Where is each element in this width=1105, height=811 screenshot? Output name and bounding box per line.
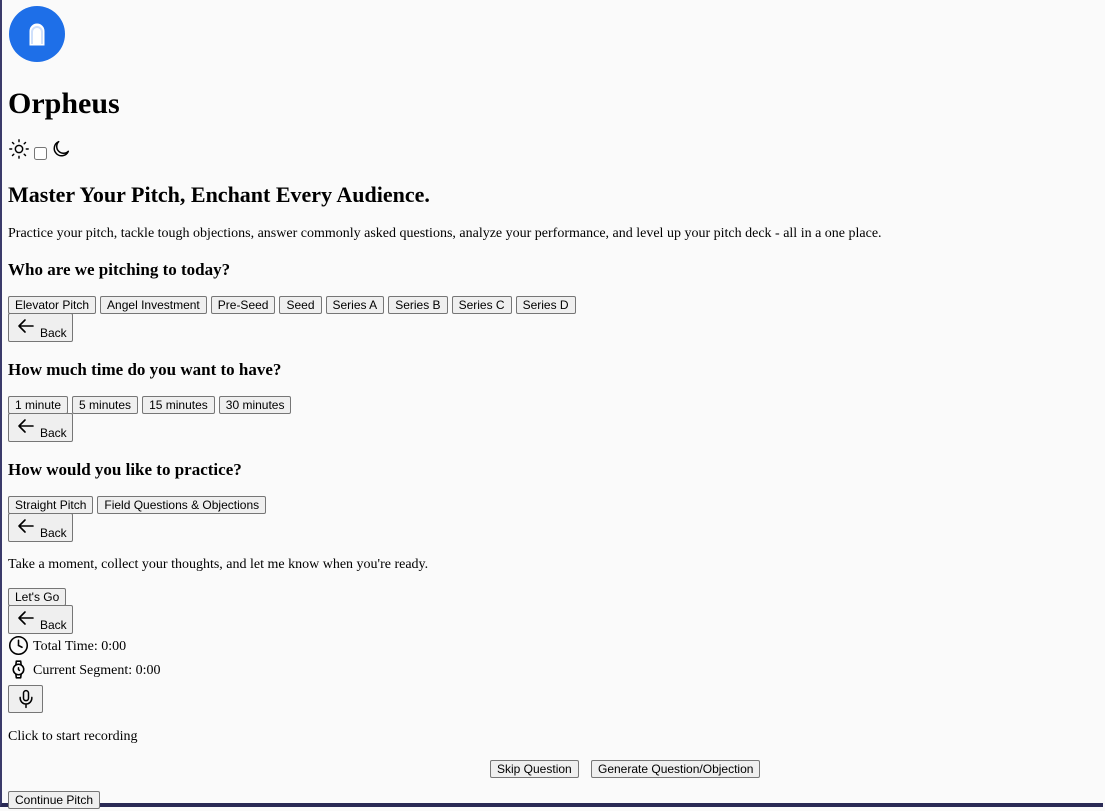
option-series-c[interactable]: Series C [451,296,512,314]
option-1-minute[interactable]: 1 minute [8,396,69,414]
back-label: Back [40,426,67,440]
generate-question-button[interactable]: Generate Question/Objection [591,760,761,778]
audience-options: Elevator Pitch Angel Investment Pre-Seed… [8,296,576,314]
audience-question: Who are we pitching to today? [8,260,231,279]
intro-text: Practice your pitch, tackle tough object… [8,226,882,241]
orpheus-logo-icon [9,6,65,62]
ready-prompt: Take a moment, collect your thoughts, an… [8,557,429,572]
back-button-audience[interactable]: Back [8,313,73,342]
back-label: Back [40,326,67,340]
back-label: Back [40,618,67,632]
option-series-b[interactable]: Series B [388,296,448,314]
sun-icon [8,138,30,165]
arrow-left-icon [18,519,34,533]
mode-options: Straight Pitch Field Questions & Objecti… [8,496,267,514]
arrow-left-icon [18,611,34,625]
option-straight-pitch[interactable]: Straight Pitch [8,496,94,514]
record-button[interactable] [8,685,43,713]
arrow-left-icon [18,319,34,333]
option-seed[interactable]: Seed [279,296,322,314]
option-angel-investment[interactable]: Angel Investment [100,296,207,314]
option-5-minutes[interactable]: 5 minutes [72,396,139,414]
back-button-ready[interactable]: Back [8,605,73,634]
headline: Master Your Pitch, Enchant Every Audienc… [8,182,430,207]
moon-icon [50,138,72,165]
total-time: Total Time: 0:00 [8,635,126,656]
duration-options: 1 minute 5 minutes 15 minutes 30 minutes [8,396,292,414]
option-series-a[interactable]: Series A [325,296,385,314]
clock-icon [8,635,29,656]
option-pre-seed[interactable]: Pre-Seed [210,296,276,314]
current-segment-label: Current Segment: 0:00 [33,663,161,678]
watch-icon [12,660,25,679]
option-field-questions[interactable]: Field Questions & Objections [97,496,267,514]
back-button-duration[interactable]: Back [8,413,73,442]
theme-toggle [8,138,72,165]
option-15-minutes[interactable]: 15 minutes [142,396,215,414]
continue-pitch-button[interactable]: Continue Pitch [8,791,101,809]
skip-question-button[interactable]: Skip Question [490,760,579,778]
option-elevator-pitch[interactable]: Elevator Pitch [8,296,97,314]
option-series-d[interactable]: Series D [515,296,576,314]
back-label: Back [40,526,67,540]
record-hint: Click to start recording [8,729,138,744]
option-30-minutes[interactable]: 30 minutes [218,396,292,414]
arrow-left-icon [18,419,34,433]
microphone-icon [18,689,33,709]
mode-question: How would you like to practice? [8,460,242,479]
total-time-label: Total Time: 0:00 [33,639,127,654]
app-title: Orpheus [8,87,120,120]
current-segment: Current Segment: 0:00 [8,659,161,680]
dark-mode-checkbox[interactable] [34,146,47,160]
duration-question: How much time do you want to have? [8,360,282,379]
back-button-mode[interactable]: Back [8,513,73,542]
lets-go-button[interactable]: Let's Go [8,588,67,606]
